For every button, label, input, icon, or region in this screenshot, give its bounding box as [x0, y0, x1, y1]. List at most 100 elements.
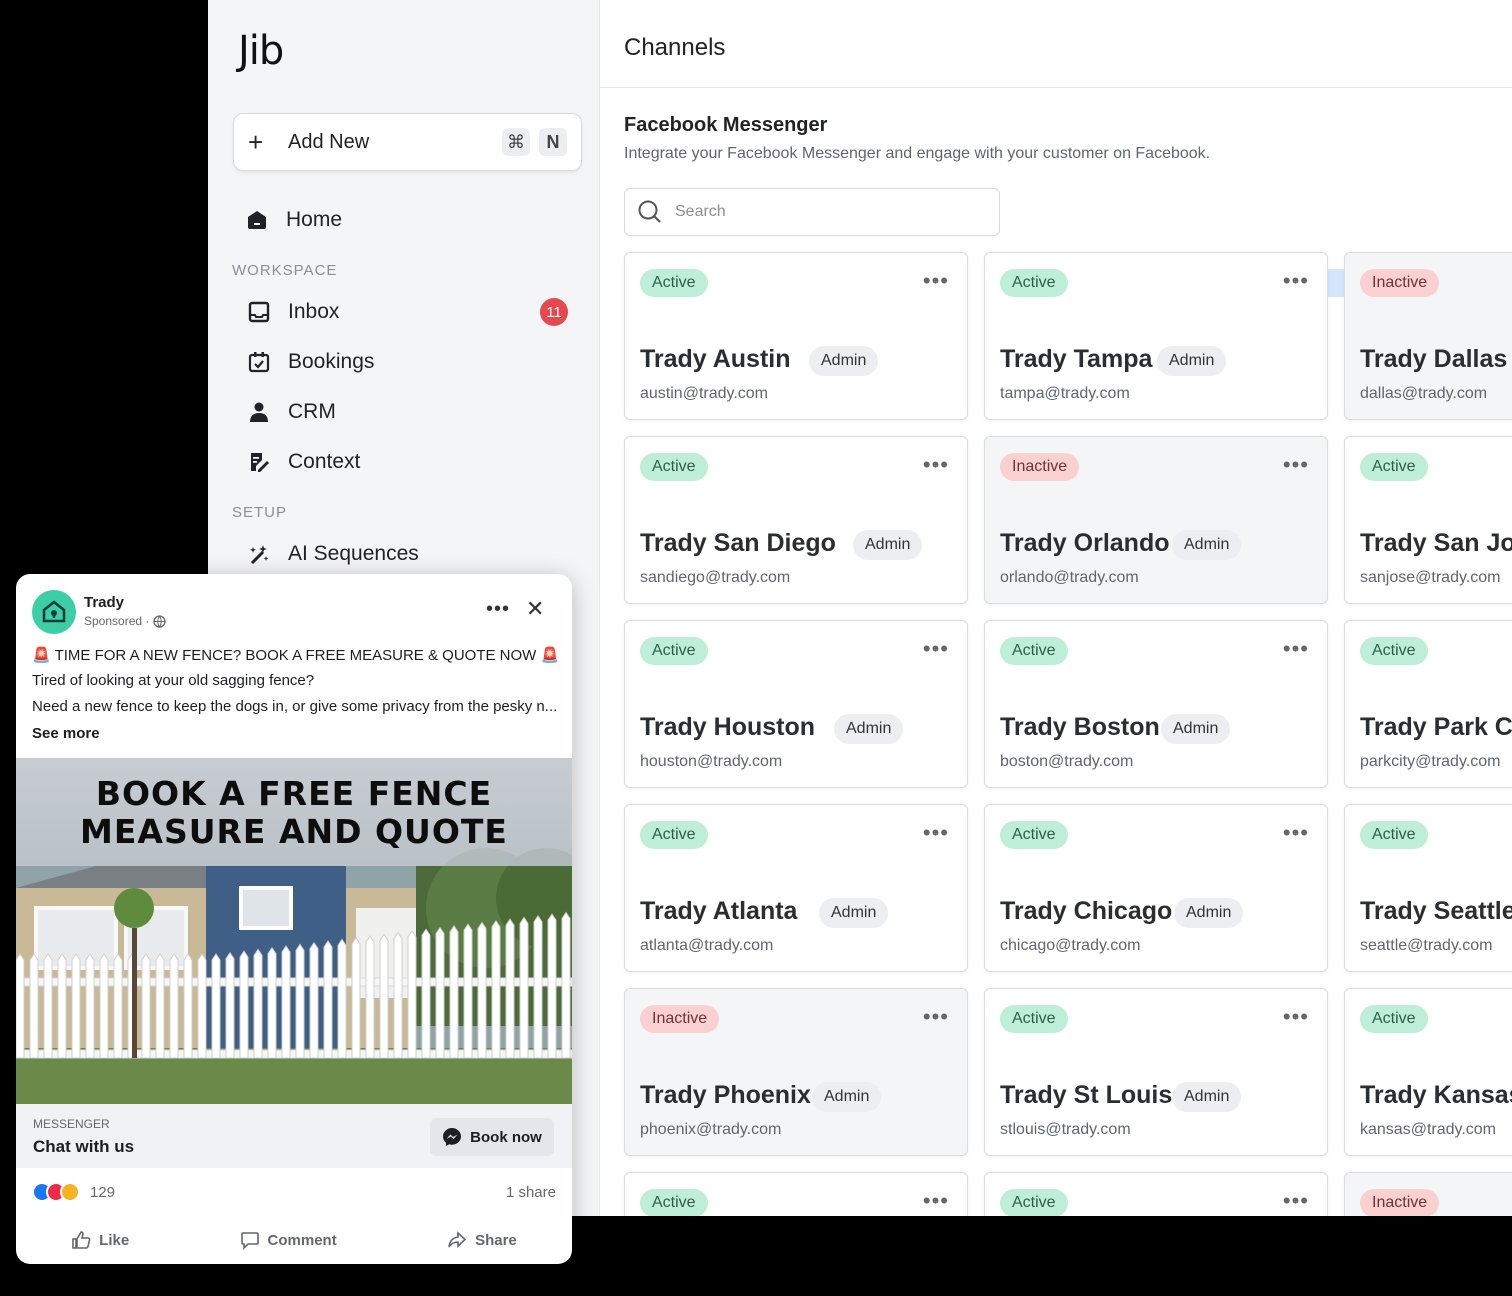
card-tags: Inactive: [1000, 453, 1080, 481]
channel-name: Trady Orlando: [1000, 529, 1170, 557]
more-options-icon[interactable]: •••: [1283, 270, 1309, 292]
book-now-button[interactable]: Book now: [430, 1118, 554, 1156]
card-tags: Active: [1000, 1005, 1068, 1033]
role-badge: Admin: [812, 1082, 882, 1112]
status-badge: Active: [640, 1189, 708, 1216]
channel-email: austin@trady.com: [640, 385, 768, 402]
channel-card[interactable]: Inactive ••• Trady Phoenix Admin phoenix@tra…: [624, 988, 968, 1156]
card-tags: Active: [1360, 1005, 1428, 1033]
channel-name: Trady San Jose: [1360, 529, 1512, 557]
share-count[interactable]: 1 share: [506, 1184, 556, 1201]
channel-name: Trady Kansas: [1360, 1081, 1512, 1109]
fence-picket: [85, 953, 95, 1059]
channel-card[interactable]: Active•••Trady Seattleseattle@trady.com: [1344, 804, 1512, 972]
channel-card[interactable]: Active•••Trady San Josesanjose@trady.com: [1344, 436, 1512, 604]
status-badge: Active: [640, 637, 708, 665]
role-badge: Admin: [1172, 1082, 1242, 1112]
more-options-icon[interactable]: •••: [1283, 638, 1309, 660]
channel-card[interactable]: ActiveMain Account••• Trady Austin Admin au…: [624, 252, 1512, 420]
channel-card[interactable]: Active ••• Trady San Diego Admin sandiego@tr…: [624, 436, 968, 604]
more-options-icon[interactable]: •••: [923, 1190, 949, 1212]
cta-kicker: MESSENGER: [33, 1117, 110, 1131]
more-options-icon[interactable]: •••: [1283, 454, 1309, 476]
channel-card[interactable]: Active •••: [624, 1172, 968, 1216]
channel-card[interactable]: Active ••• Trady Houston Admin houston@trady…: [624, 620, 968, 788]
status-badge: Active: [640, 453, 708, 481]
ad-image[interactable]: BOOK A FREE FENCE MEASURE AND QUOTE: [16, 758, 572, 1104]
like-button[interactable]: Like: [71, 1230, 129, 1250]
status-badge: Active: [1360, 1005, 1428, 1033]
ad-text-line-2: Tired of looking at your old sagging fen…: [32, 672, 315, 689]
sidebar-item-ai-sequences[interactable]: AI Sequences: [246, 541, 419, 567]
card-tags: ActiveMain Account: [640, 269, 1512, 297]
channel-name: Trady Chicago: [1000, 897, 1173, 925]
inbox-count-badge: 11: [540, 298, 568, 326]
channel-card[interactable]: Active•••Trady Park Cityparkcity@trady.c…: [1344, 620, 1512, 788]
channel-name: Trady Dallas: [1360, 345, 1508, 373]
more-options-icon[interactable]: •••: [923, 1006, 949, 1028]
more-options-icon[interactable]: •••: [486, 598, 510, 621]
status-badge: Active: [1000, 1189, 1068, 1216]
channel-card[interactable]: Active•••Trady Kansaskansas@trady.com: [1344, 988, 1512, 1156]
channel-card[interactable]: Active •••: [984, 1172, 1328, 1216]
more-options-icon[interactable]: •••: [923, 822, 949, 844]
channel-card[interactable]: Active ••• Trady Boston Admin boston@trady.c…: [984, 620, 1328, 788]
page-title: Channels: [624, 34, 726, 61]
ad-text-line-3: Need a new fence to keep the dogs in, or…: [32, 698, 558, 715]
role-badge: Admin: [834, 714, 904, 744]
fence-picket: [197, 953, 207, 1059]
fence-picket: [281, 945, 291, 1059]
more-options-icon[interactable]: •••: [1283, 822, 1309, 844]
top-bar: Channels: [600, 0, 1512, 88]
more-options-icon[interactable]: •••: [923, 454, 949, 476]
sidebar-item-inbox[interactable]: Inbox: [246, 299, 339, 325]
channel-card[interactable]: Active ••• Trady Tampa Admin tampa@trady.com: [984, 252, 1328, 420]
channel-name: Trady Tampa: [1000, 345, 1153, 373]
plus-icon: +: [248, 127, 264, 157]
fence-picket: [57, 953, 67, 1059]
globe-icon: [153, 614, 167, 628]
status-badge: Active: [640, 269, 708, 297]
more-options-icon[interactable]: •••: [1283, 1190, 1309, 1212]
channel-card[interactable]: Inactive•••: [1344, 1172, 1512, 1216]
fence-picket: [225, 951, 235, 1059]
channel-card[interactable]: Active ••• Trady Chicago Admin chicago@trady…: [984, 804, 1328, 972]
app-logo: Jib: [238, 28, 284, 74]
search-input[interactable]: Search: [624, 188, 1000, 236]
fence-picket: [295, 943, 305, 1059]
fence-picket: [407, 930, 417, 1059]
fence-picket: [113, 953, 123, 1059]
status-badge: Active: [1360, 821, 1428, 849]
channel-email: tampa@trady.com: [1000, 385, 1130, 402]
magic-wand-icon: [246, 541, 272, 567]
cta-title: Chat with us: [33, 1137, 135, 1156]
comment-button[interactable]: Comment: [240, 1230, 337, 1250]
channel-email: kansas@trady.com: [1360, 1121, 1496, 1138]
status-badge: Active: [1000, 269, 1068, 297]
add-new-button[interactable]: + Add New ⌘ N: [233, 113, 582, 171]
sidebar-item-crm[interactable]: CRM: [246, 399, 336, 425]
more-options-icon[interactable]: •••: [923, 638, 949, 660]
channel-card[interactable]: Active ••• Trady St Louis Admin stlouis@trad…: [984, 988, 1328, 1156]
ad-page-name[interactable]: Trady: [84, 594, 124, 611]
home-icon: [244, 207, 270, 233]
fence-picket: [309, 941, 319, 1059]
channel-card[interactable]: Active ••• Trady Atlanta Admin atlanta@trady…: [624, 804, 968, 972]
sidebar-item-label: CRM: [288, 400, 336, 423]
see-more-link[interactable]: See more: [32, 725, 100, 742]
channel-name: Trady Park City: [1360, 713, 1512, 741]
share-button[interactable]: Share: [447, 1230, 517, 1250]
reactions-summary[interactable]: 129: [32, 1182, 115, 1202]
section-subtitle: Integrate your Facebook Messenger and en…: [624, 145, 1211, 162]
more-options-icon[interactable]: •••: [923, 270, 949, 292]
more-options-icon[interactable]: •••: [1283, 1006, 1309, 1028]
card-tags: Active: [640, 453, 708, 481]
sidebar-item-context[interactable]: Context: [246, 449, 360, 475]
sidebar-item-bookings[interactable]: Bookings: [246, 349, 374, 375]
sidebar-item-home[interactable]: Home: [244, 207, 342, 233]
channel-card[interactable]: Inactive•••Trady Dallasdallas@trady.com: [1344, 252, 1512, 420]
channel-card[interactable]: Inactive ••• Trady Orlando Admin orlando@tra…: [984, 436, 1328, 604]
fence-picket: [211, 953, 221, 1059]
role-badge: Admin: [1157, 346, 1227, 376]
close-icon[interactable]: ✕: [526, 596, 544, 622]
